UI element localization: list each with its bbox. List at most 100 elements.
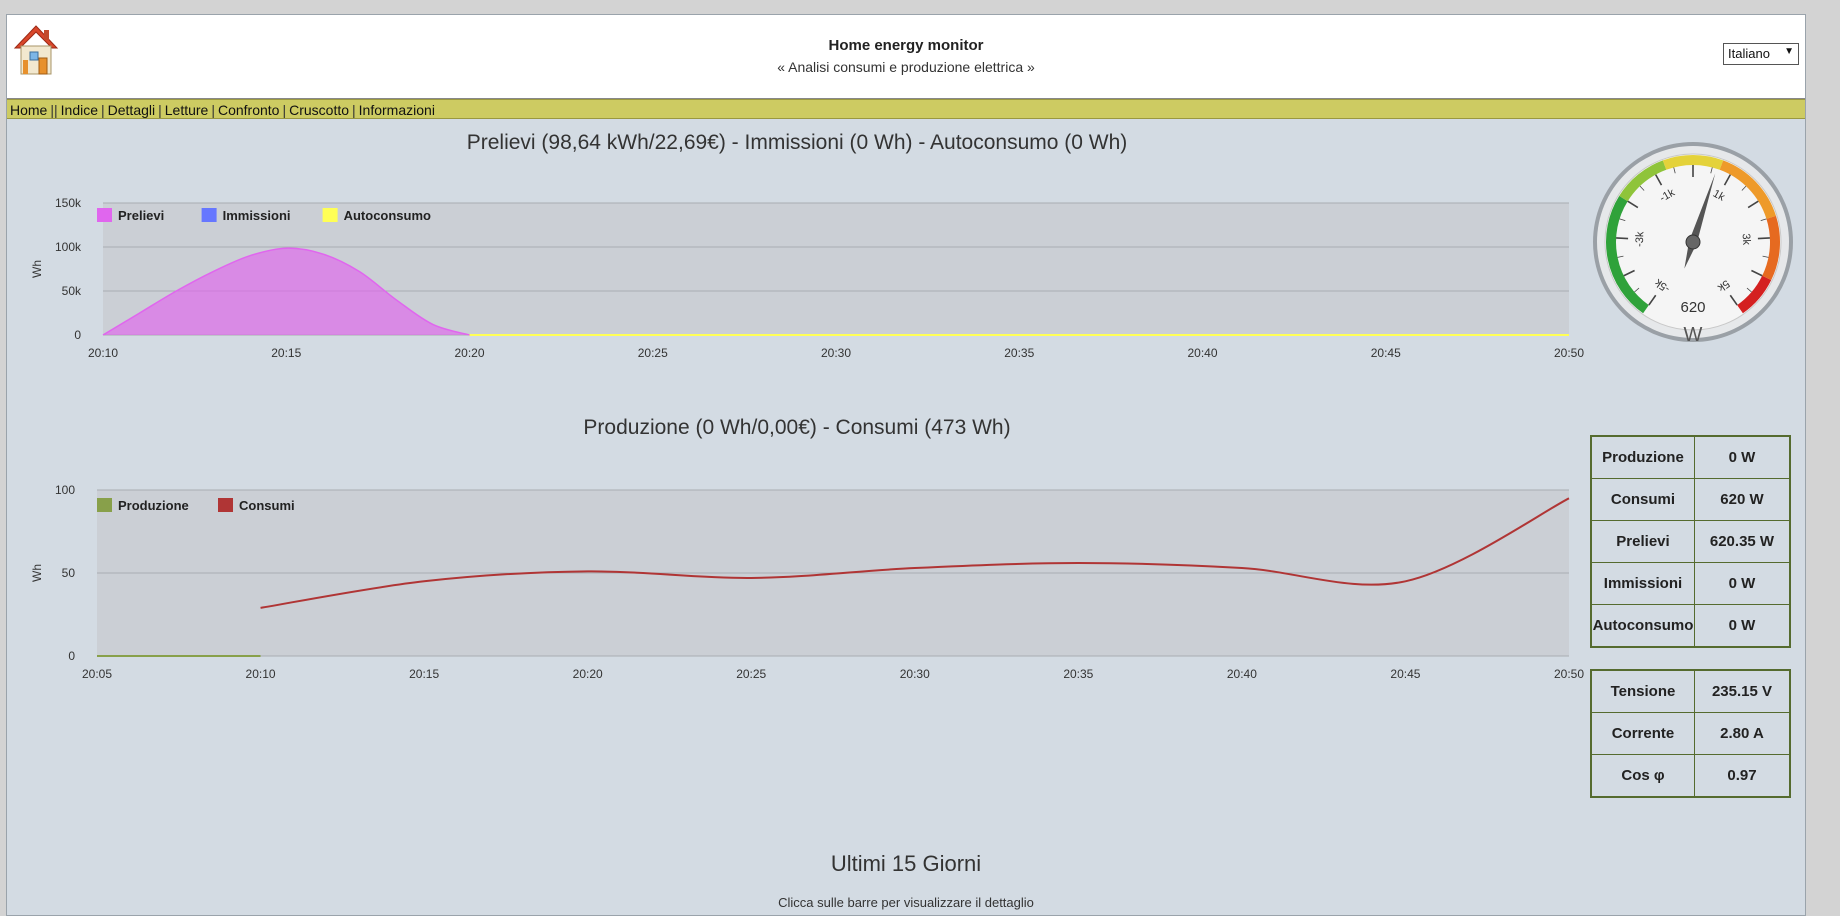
- power-table-row: Produzione 0 W: [1590, 435, 1791, 479]
- page-frame: Home energy monitor « Analisi consumi e …: [6, 14, 1806, 916]
- chart-produzione[interactable]: 0 50 100 Wh 20:05 20:10 20:15 20:20 20:25 20:30 20…: [7, 461, 1597, 711]
- electrical-table-row: Corrente 2.80 A: [1590, 712, 1791, 755]
- x-tick-label: 20:50: [1554, 667, 1584, 681]
- power-table-value: 620 W: [1693, 478, 1791, 521]
- x-tick-label: 20:05: [82, 667, 112, 681]
- legend-item: Consumi: [218, 498, 295, 513]
- y-tick-label: 0: [74, 328, 81, 342]
- x-tick-label: 20:15: [271, 346, 301, 360]
- power-table-label: Consumi: [1590, 478, 1695, 521]
- legend-label: Consumi: [239, 498, 295, 513]
- legend-item: Produzione: [97, 498, 189, 513]
- electrical-table-row: Tensione 235.15 V: [1590, 669, 1791, 713]
- legend-item: Prelievi: [97, 208, 164, 223]
- nav-home[interactable]: Home: [10, 102, 47, 118]
- language-select-value: Italiano: [1728, 46, 1770, 61]
- power-table-label: Immissioni: [1590, 562, 1695, 605]
- power-table-value: 0 W: [1693, 604, 1791, 648]
- power-table-row: Immissioni 0 W: [1590, 562, 1791, 605]
- x-tick-label: 20:10: [246, 667, 276, 681]
- gauge-tick-label: -3k: [1634, 231, 1647, 247]
- power-table-label: Prelievi: [1590, 520, 1695, 563]
- app-title: Home energy monitor: [828, 37, 984, 54]
- x-tick-label: 20:20: [454, 346, 484, 360]
- electrical-table-label: Cos φ: [1590, 754, 1695, 798]
- electrical-table-label: Tensione: [1590, 669, 1695, 713]
- electrical-table-label: Corrente: [1590, 712, 1695, 755]
- x-tick-label: 20:30: [900, 667, 930, 681]
- y-tick-label: 50k: [62, 284, 82, 298]
- legend-label: Prelievi: [118, 208, 164, 223]
- x-tick-label: 20:25: [638, 346, 668, 360]
- y-tick-label: 100k: [55, 240, 82, 254]
- gauge-hub: [1685, 234, 1701, 250]
- chart-prelievi[interactable]: 0 50k 100k 150k Wh 20:10 20:15 20:20 20:25 20:30 2…: [7, 175, 1597, 415]
- x-tick-label: 20:20: [573, 667, 603, 681]
- legend-label: Produzione: [118, 498, 189, 513]
- electrical-table-row: Cos φ 0.97: [1590, 754, 1791, 798]
- y-tick-label: 0: [68, 649, 75, 663]
- power-gauge: -5k-3k-1k 1k3k5k620W: [1593, 142, 1793, 346]
- y-axis-label: Wh: [30, 564, 44, 582]
- power-table-value: 0 W: [1693, 562, 1791, 605]
- x-tick-label: 20:50: [1554, 346, 1584, 360]
- power-table-row: Prelievi 620.35 W: [1590, 520, 1791, 563]
- gauge-band: [1662, 155, 1724, 170]
- electrical-table-value: 235.15 V: [1693, 669, 1791, 713]
- nav-separator: |: [158, 102, 162, 118]
- legend-swatch: [218, 498, 233, 512]
- gauge-tick-label: 3k: [1740, 233, 1753, 246]
- x-tick-label: 20:45: [1390, 667, 1420, 681]
- chart1-title: Prelievi (98,64 kWh/22,69€) - Immissioni…: [466, 131, 1128, 154]
- power-table-row: Autoconsumo 0 W: [1590, 604, 1791, 648]
- power-table-value: 0 W: [1693, 435, 1791, 479]
- x-tick-label: 20:35: [1004, 346, 1034, 360]
- nav-confronto[interactable]: Confronto: [218, 102, 279, 118]
- x-tick-label: 20:45: [1371, 346, 1401, 360]
- y-tick-label: 100: [55, 483, 75, 497]
- gauge-tick: [1757, 237, 1770, 240]
- header: Home energy monitor « Analisi consumi e …: [7, 15, 1805, 99]
- gauge-tick: [1616, 237, 1629, 240]
- legend-swatch: [201, 208, 217, 222]
- power-table-row: Consumi 620 W: [1590, 478, 1791, 521]
- nav-separator: ||: [50, 102, 58, 118]
- x-tick-label: 20:15: [409, 667, 439, 681]
- nav-separator: |: [211, 102, 215, 118]
- nav-letture[interactable]: Letture: [165, 102, 209, 118]
- legend-swatch: [322, 208, 338, 222]
- electrical-table-value: 0.97: [1693, 754, 1791, 798]
- language-select[interactable]: Italiano ▼: [1723, 43, 1799, 65]
- electrical-table: Tensione 235.15 V Corrente 2.80 A Cos φ 0.97: [1590, 669, 1791, 798]
- x-tick-label: 20:25: [736, 667, 766, 681]
- gauge-unit: W: [1684, 324, 1703, 346]
- nav-cruscotto[interactable]: Cruscotto: [289, 102, 349, 118]
- legend-label: Immissioni: [223, 208, 291, 223]
- power-table-value: 620.35 W: [1693, 520, 1791, 563]
- legend-swatch: [97, 208, 112, 222]
- gauge-value: 620: [1680, 299, 1705, 316]
- x-tick-label: 20:35: [1063, 667, 1093, 681]
- nav-informazioni[interactable]: Informazioni: [359, 102, 435, 118]
- nav-dettagli[interactable]: Dettagli: [108, 102, 155, 118]
- x-tick-label: 20:40: [1187, 346, 1217, 360]
- power-table-label: Autoconsumo: [1590, 604, 1695, 648]
- x-tick-label: 20:30: [821, 346, 851, 360]
- y-tick-label: 50: [62, 566, 76, 580]
- y-axis-label: Wh: [30, 260, 44, 278]
- electrical-table-value: 2.80 A: [1693, 712, 1791, 755]
- chart2-title: Produzione (0 Wh/0,00€) - Consumi (473 W…: [583, 416, 1011, 439]
- legend-swatch: [97, 498, 112, 512]
- y-tick-label: 150k: [55, 196, 82, 210]
- nav-separator: |: [352, 102, 356, 118]
- legend-label: Autoconsumo: [344, 208, 431, 223]
- power-table-label: Produzione: [1590, 435, 1695, 479]
- x-tick-label: 20:40: [1227, 667, 1257, 681]
- legend-item: Immissioni: [201, 208, 291, 223]
- nav-indice[interactable]: Indice: [61, 102, 98, 118]
- main-nav: Home || Indice | Dettagli | Letture | Confronto |…: [7, 99, 1805, 119]
- nav-separator: |: [101, 102, 105, 118]
- app-subtitle: « Analisi consumi e produzione elettrica…: [777, 59, 1035, 75]
- section-title: Ultimi 15 Giorni: [830, 851, 982, 876]
- x-tick-label: 20:10: [88, 346, 118, 360]
